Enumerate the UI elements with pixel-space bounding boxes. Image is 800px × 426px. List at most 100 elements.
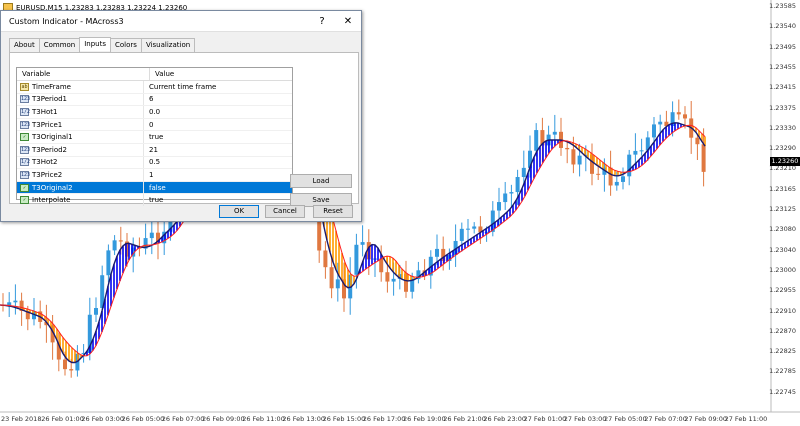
grid-row[interactable]: 123 T3Price2 1 (17, 169, 292, 182)
time-tick-label: 26 Feb 15:00 (322, 415, 366, 423)
ok-button[interactable]: OK (219, 205, 259, 218)
candle-body (639, 150, 644, 152)
candle-body (534, 130, 539, 151)
candle-body (112, 240, 117, 251)
time-tick-label: 26 Feb 23:00 (483, 415, 527, 423)
number-type-icon: 1/2 (20, 107, 31, 116)
grid-row[interactable]: 123 T3Price1 0 (17, 118, 292, 132)
price-tick-label: 1.23455 (769, 62, 796, 71)
variable-cell: 1/2 T3Hot1 (17, 106, 144, 118)
candle-body (379, 258, 384, 273)
header-variable[interactable]: Variable (17, 68, 150, 80)
time-tick-label: 27 Feb 11:00 (724, 415, 768, 423)
price-tick-label: 1.23040 (769, 245, 796, 254)
help-button[interactable]: ? (309, 16, 335, 27)
candle-body (354, 244, 359, 275)
number-type-icon: 1/2 (20, 158, 31, 167)
value-cell[interactable]: 0.5 (144, 158, 292, 166)
variable-cell: ✓ T3Original1 (17, 131, 144, 143)
candle-body (596, 173, 601, 175)
candle-body (385, 272, 390, 282)
tab-visualization[interactable]: Visualization (140, 38, 196, 52)
price-tick-label: 1.23330 (769, 123, 796, 132)
value-cell[interactable]: 1 (144, 171, 292, 179)
candle-body (701, 144, 706, 172)
number-type-icon: 123 (20, 145, 31, 154)
value-cell[interactable]: false (144, 184, 292, 192)
time-tick-label: 26 Feb 09:00 (202, 415, 245, 423)
tab-about[interactable]: About (9, 38, 40, 52)
grid-row[interactable]: 123 T3Period1 6 (17, 93, 292, 107)
candle-body (683, 114, 687, 119)
candle-body (106, 250, 111, 276)
candle-body (552, 131, 557, 135)
variable-name: T3Price2 (32, 170, 63, 179)
grid-header: Variable Value (17, 68, 292, 81)
string-type-icon: ab (20, 82, 29, 91)
grid-row[interactable]: ✓ T3Original1 true (17, 131, 292, 144)
value-cell[interactable]: Current time frame (144, 83, 292, 91)
candle-body (695, 137, 700, 145)
candle-body (466, 228, 470, 230)
candle-body (69, 369, 74, 371)
reset-button[interactable]: Reset (313, 205, 353, 218)
value-cell[interactable]: true (144, 196, 292, 204)
value-cell[interactable]: 21 (144, 146, 292, 154)
bool-type-icon: ✓ (20, 133, 29, 142)
price-tick-label: 1.22825 (769, 347, 796, 356)
candle-body (521, 167, 526, 178)
variable-cell: 123 T3Price2 (17, 169, 144, 181)
candle-body (13, 300, 18, 303)
close-button[interactable]: ✕ (335, 16, 361, 27)
dialog-tabs: About Common Inputs Colors Visualization (9, 37, 196, 52)
price-tick-label: 1.22745 (769, 387, 796, 396)
variable-cell: ab TimeFrame (17, 81, 144, 93)
candle-body (459, 228, 464, 241)
time-tick-label: 23 Feb 2018 (1, 415, 42, 423)
cancel-button[interactable]: Cancel (265, 205, 305, 218)
candle-body (94, 308, 98, 315)
grid-row[interactable]: 123 T3Period2 21 (17, 143, 292, 157)
inputs-grid: Variable Value ab TimeFrame Current time f… (16, 67, 293, 207)
candle-body (391, 278, 396, 282)
price-tick-label: 1.23415 (769, 83, 796, 92)
candle-body (652, 124, 656, 138)
time-tick-label: 26 Feb 05:00 (121, 415, 165, 423)
grid-row[interactable]: ab TimeFrame Current time frame (17, 81, 292, 94)
candle-body (571, 149, 576, 165)
variable-name: T3Period1 (32, 95, 68, 104)
bool-type-icon: ✓ (20, 183, 29, 192)
tab-inputs[interactable]: Inputs (79, 37, 112, 51)
variable-cell: 123 T3Period2 (17, 143, 144, 156)
tab-colors[interactable]: Colors (110, 38, 142, 52)
variable-name: T3Price1 (32, 120, 63, 129)
variable-cell: ✓ T3Original2 (17, 181, 144, 194)
variable-cell: ✓ Interpolate (17, 194, 144, 206)
tab-common[interactable]: Common (38, 38, 81, 52)
price-tick-label: 1.23125 (769, 205, 796, 213)
candle-body (497, 202, 501, 211)
grid-row[interactable]: 1/2 T3Hot2 0.5 (17, 156, 292, 170)
grid-row[interactable]: 1/2 T3Hot1 0.0 (17, 106, 292, 119)
price-tick-label: 1.23290 (769, 144, 796, 153)
header-value[interactable]: Value (150, 68, 292, 80)
bool-type-icon: ✓ (20, 196, 29, 205)
candle-body (323, 250, 328, 268)
price-tick-label: 1.23375 (769, 103, 796, 112)
time-tick-label: 27 Feb 01:00 (523, 415, 567, 423)
price-tick-label: 1.22785 (769, 367, 796, 376)
candle-body (577, 155, 582, 165)
value-cell[interactable]: 0 (144, 121, 292, 129)
value-cell[interactable]: 0.0 (144, 108, 292, 116)
price-tick-label: 1.23000 (769, 265, 796, 274)
candle-body (118, 240, 123, 242)
variable-cell: 123 T3Period1 (17, 93, 144, 106)
grid-row[interactable]: ✓ T3Original2 false (17, 181, 292, 195)
value-cell[interactable]: 6 (144, 95, 292, 103)
candle-body (472, 226, 477, 229)
load-button[interactable]: Load (290, 174, 352, 188)
dialog-titlebar[interactable]: Custom Indicator - MAcross3 ? ✕ (1, 11, 361, 32)
value-cell[interactable]: true (144, 133, 292, 141)
time-tick-label: 27 Feb 05:00 (604, 415, 647, 423)
candle-body (633, 150, 638, 155)
